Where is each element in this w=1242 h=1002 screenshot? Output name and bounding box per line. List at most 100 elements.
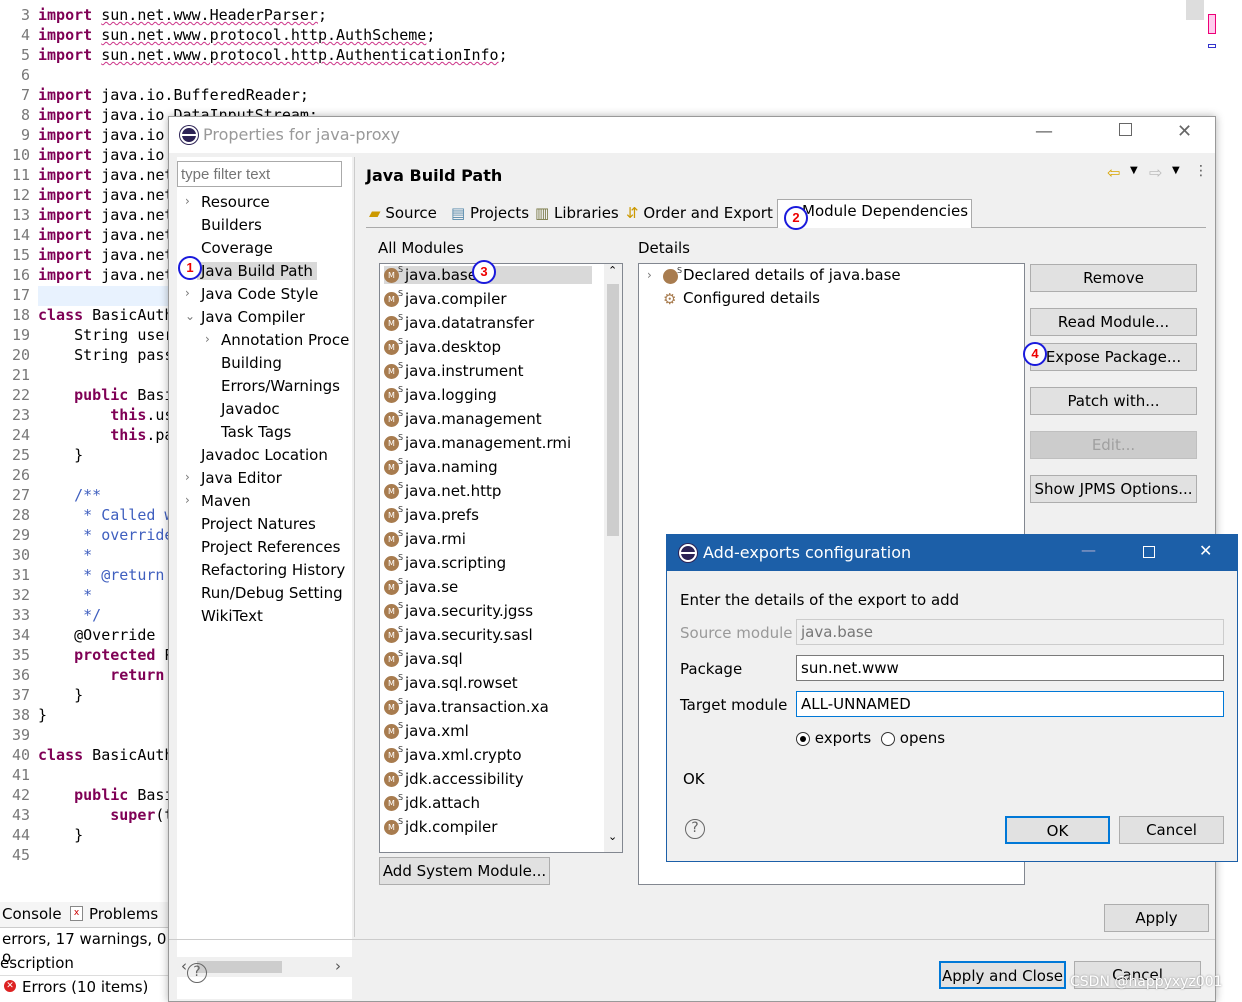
tree-expand-icon[interactable]: › xyxy=(205,332,210,346)
module-item[interactable]: Mjava.scripting xyxy=(384,550,506,572)
tree-expand-icon[interactable]: › xyxy=(185,286,190,300)
code-line[interactable]: this.pa xyxy=(38,426,173,444)
back-icon[interactable]: ⇦ xyxy=(1107,163,1120,182)
scroll-right-icon[interactable]: › xyxy=(335,957,341,975)
maximize-icon[interactable] xyxy=(1143,546,1155,558)
tree-expand-icon[interactable]: › xyxy=(185,470,190,484)
tree-item[interactable]: Building xyxy=(221,354,282,372)
opens-radio[interactable]: opens xyxy=(881,729,945,747)
code-line[interactable]: /** xyxy=(38,486,101,504)
module-item[interactable]: Mjava.security.sasl xyxy=(384,622,533,644)
tree-item[interactable]: Annotation Proce xyxy=(221,331,349,349)
code-line[interactable]: * @return xyxy=(38,566,164,584)
code-line[interactable]: import java.net xyxy=(38,186,173,204)
cancel-button[interactable]: Cancel xyxy=(1119,816,1224,844)
tree-item[interactable]: Java Compiler xyxy=(201,308,305,326)
tree-item[interactable]: Resource xyxy=(201,193,270,211)
tab-projects[interactable]: ▤ Projects xyxy=(448,202,532,228)
module-item[interactable]: Mjava.management.rmi xyxy=(384,430,571,452)
module-item[interactable]: Mjdk.accessibility xyxy=(384,766,524,788)
tree-item[interactable]: Refactoring History xyxy=(201,561,345,579)
code-line[interactable]: class BasicAuth xyxy=(38,306,173,324)
code-line[interactable]: } xyxy=(38,686,83,704)
module-item[interactable]: Mjava.logging xyxy=(384,382,497,404)
code-line[interactable]: import java.net xyxy=(38,266,173,284)
minimize-icon[interactable]: — xyxy=(1035,121,1053,142)
code-line[interactable]: public Basi xyxy=(38,386,173,404)
maximize-icon[interactable] xyxy=(1119,123,1132,136)
tree-item[interactable]: Java Code Style xyxy=(201,285,318,303)
tree-item[interactable]: Run/Debug Setting xyxy=(201,584,343,602)
code-line[interactable]: class BasicAuth xyxy=(38,746,173,764)
configured-details[interactable]: Configured details xyxy=(683,289,820,307)
properties-titlebar[interactable]: Properties for java-proxy — ✕ xyxy=(169,117,1215,153)
console-tab[interactable]: Console xyxy=(2,905,62,923)
code-line[interactable]: return xyxy=(38,666,164,684)
expose-package-button[interactable]: Expose Package... xyxy=(1030,343,1197,371)
code-line[interactable]: import java.io.BufferedReader; xyxy=(38,86,309,104)
module-item[interactable]: Mjava.instrument xyxy=(384,358,523,380)
code-line[interactable]: * xyxy=(38,586,92,604)
minimize-icon[interactable]: — xyxy=(1081,541,1096,559)
tree-item[interactable]: WikiText xyxy=(201,607,263,625)
code-line[interactable]: super(t xyxy=(38,806,173,824)
tree-expand-icon[interactable]: › xyxy=(185,493,190,507)
scroll-down-icon[interactable]: ⌄ xyxy=(608,830,617,843)
back-menu-icon[interactable]: ▼ xyxy=(1130,165,1138,176)
apply-button[interactable]: Apply xyxy=(1104,904,1209,932)
code-line[interactable]: String pass xyxy=(38,346,173,364)
apply-close-button[interactable]: Apply and Close xyxy=(939,961,1066,989)
tree-item[interactable]: Java Build Path xyxy=(197,262,317,280)
code-line[interactable]: import java.net xyxy=(38,166,173,184)
edit-button[interactable]: Edit... xyxy=(1030,431,1197,459)
code-line[interactable]: @Override xyxy=(38,626,155,644)
code-line[interactable]: * Called w xyxy=(38,506,173,524)
module-item[interactable]: Mjava.xml xyxy=(384,718,469,740)
code-line[interactable]: } xyxy=(38,826,83,844)
view-menu-icon[interactable]: ⋮ xyxy=(1194,163,1208,179)
tree-divider[interactable] xyxy=(354,157,355,937)
module-item[interactable]: Mjava.datatransfer xyxy=(384,310,534,332)
code-line[interactable]: * override xyxy=(38,526,173,544)
code-line[interactable]: protected P xyxy=(38,646,173,664)
code-line[interactable]: */ xyxy=(38,606,101,624)
tree-item[interactable]: Errors/Warnings xyxy=(221,377,340,395)
ok-button[interactable]: OK xyxy=(1005,816,1110,844)
forward-icon[interactable]: ⇨ xyxy=(1149,163,1162,182)
filter-input[interactable] xyxy=(177,161,342,187)
tree-expand-icon[interactable]: ⌄ xyxy=(185,309,195,323)
module-item[interactable]: Mjava.sql.rowset xyxy=(384,670,518,692)
code-line[interactable]: * xyxy=(38,546,92,564)
tab-source[interactable]: ▰ Source xyxy=(366,202,440,228)
code-line[interactable]: import sun.net.www.protocol.http.AuthSch… xyxy=(38,26,435,44)
code-line[interactable]: public Basi xyxy=(38,786,173,804)
tree-item[interactable]: Javadoc xyxy=(221,400,280,418)
close-icon[interactable]: ✕ xyxy=(1199,541,1212,560)
module-item[interactable]: Mjava.transaction.xa xyxy=(384,694,549,716)
problems-tab[interactable]: Problems xyxy=(89,905,158,923)
code-line[interactable]: import java.net xyxy=(38,206,173,224)
code-line[interactable]: String user xyxy=(38,326,173,344)
tree-item[interactable]: Builders xyxy=(201,216,262,234)
module-item[interactable]: Mjava.naming xyxy=(384,454,498,476)
tree-item[interactable]: Javadoc Location xyxy=(201,446,328,464)
forward-menu-icon[interactable]: ▼ xyxy=(1172,165,1180,176)
tree-item[interactable]: Task Tags xyxy=(221,423,291,441)
add-exports-titlebar[interactable]: Add-exports configuration — ✕ xyxy=(667,535,1237,571)
read-module-button[interactable]: Read Module... xyxy=(1030,308,1197,336)
code-line[interactable]: import java.net xyxy=(38,246,173,264)
code-line[interactable]: } xyxy=(38,706,47,724)
module-item[interactable]: Mjava.security.jgss xyxy=(384,598,533,620)
tree-item[interactable]: Maven xyxy=(201,492,251,510)
expand-icon[interactable]: › xyxy=(647,268,652,282)
close-icon[interactable]: ✕ xyxy=(1177,121,1192,142)
patch-with-button[interactable]: Patch with... xyxy=(1030,387,1197,415)
declared-details[interactable]: Declared details of java.base xyxy=(683,266,901,284)
target-module-field[interactable]: ALL-UNNAMED xyxy=(796,691,1224,717)
editor-scrollbar[interactable] xyxy=(1186,0,1204,20)
module-item[interactable]: Mjava.compiler xyxy=(384,286,506,308)
scroll-up-icon[interactable]: ⌃ xyxy=(608,264,617,277)
module-item[interactable]: Mjava.sql xyxy=(384,646,463,668)
code-line[interactable]: import sun.net.www.protocol.http.Authent… xyxy=(38,46,508,64)
tree-item[interactable]: Coverage xyxy=(201,239,273,257)
